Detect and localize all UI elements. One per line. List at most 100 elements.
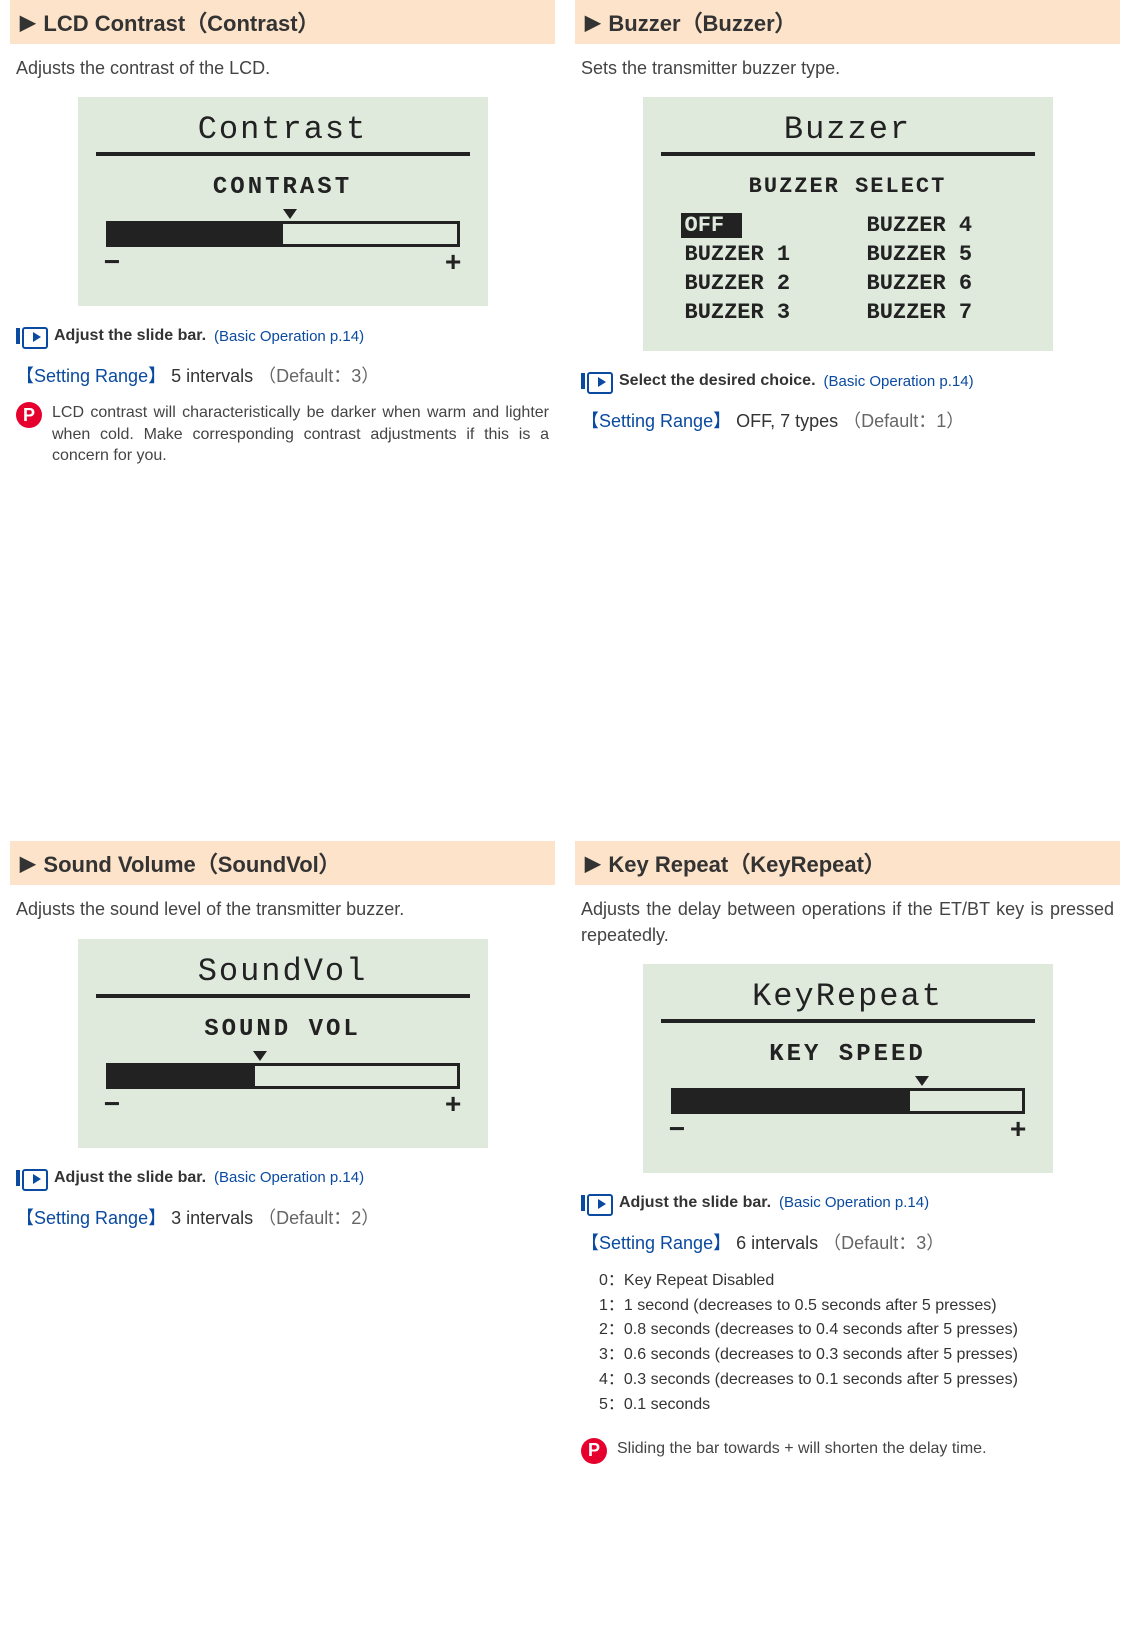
range-label: 【Setting Range】: [16, 366, 166, 386]
slider[interactable]: − +: [96, 209, 470, 280]
range-label: 【Setting Range】: [16, 1208, 166, 1228]
hint-row: Adjust the slide bar. (Basic Operation p…: [581, 1193, 1114, 1213]
note-text: LCD contrast will characteristically be …: [52, 402, 549, 467]
lcd-param-label: CONTRAST: [96, 174, 470, 201]
section-description: Adjusts the delay between operations if …: [581, 897, 1114, 947]
setting-range: 【Setting Range】 OFF, 7 types （Default：1）: [581, 407, 1114, 433]
hint-link[interactable]: (Basic Operation p.14): [779, 1194, 929, 1211]
note-row: P Sliding the bar towards + will shorten…: [581, 1438, 1114, 1464]
buzzer-option-off[interactable]: OFF: [681, 213, 743, 238]
section-key-repeat: ▶ Key Repeat（KeyRepeat） Adjusts the dela…: [565, 841, 1130, 1635]
list-item: 3：0.6 seconds (decreases to 0.3 seconds …: [599, 1343, 1114, 1368]
section-sound-volume: ▶ Sound Volume（SoundVol） Adjusts the sou…: [0, 841, 565, 1635]
section-title: Sound Volume（SoundVol）: [43, 847, 340, 879]
section-title: Key Repeat（KeyRepeat）: [608, 847, 886, 879]
buzzer-option-7[interactable]: BUZZER 7: [863, 300, 1015, 325]
range-default: （Default：3）: [823, 1233, 944, 1253]
section-title: LCD Contrast（Contrast）: [43, 6, 319, 38]
range-value: 3 intervals: [171, 1208, 253, 1228]
hint-icon: [16, 326, 46, 346]
list-item: 0：Key Repeat Disabled: [599, 1269, 1114, 1294]
setting-range: 【Setting Range】 5 intervals （Default：3）: [16, 362, 549, 388]
minus-icon: −: [104, 249, 121, 280]
lcd-screen-soundvol: SoundVol SOUND VOL − +: [78, 939, 488, 1148]
slider-fill: [674, 1091, 911, 1111]
buzzer-option-1[interactable]: BUZZER 1: [681, 242, 833, 267]
lcd-title: Contrast: [96, 111, 470, 156]
note-text: Sliding the bar towards + will shorten t…: [617, 1438, 987, 1460]
triangle-right-icon: ▶: [585, 851, 600, 876]
triangle-right-icon: ▶: [585, 10, 600, 35]
range-label: 【Setting Range】: [581, 411, 731, 431]
slider-marker-icon: [283, 209, 297, 219]
list-item: 1：1 second (decreases to 0.5 seconds aft…: [599, 1294, 1114, 1319]
keyrepeat-interval-list: 0：Key Repeat Disabled 1：1 second (decrea…: [599, 1269, 1114, 1418]
buzzer-option-4[interactable]: BUZZER 4: [863, 213, 1015, 238]
hint-link[interactable]: (Basic Operation p.14): [824, 373, 974, 390]
buzzer-option-5[interactable]: BUZZER 5: [863, 242, 1015, 267]
triangle-right-icon: ▶: [20, 10, 35, 35]
list-item: 4：0.3 seconds (decreases to 0.1 seconds …: [599, 1368, 1114, 1393]
lcd-screen-contrast: Contrast CONTRAST − +: [78, 97, 488, 306]
lcd-param-label: KEY SPEED: [661, 1041, 1035, 1068]
hint-row: Adjust the slide bar. (Basic Operation p…: [16, 1168, 549, 1188]
plus-icon: +: [445, 249, 462, 280]
buzzer-option-6[interactable]: BUZZER 6: [863, 271, 1015, 296]
list-item: 2：0.8 seconds (decreases to 0.4 seconds …: [599, 1318, 1114, 1343]
hint-text: Adjust the slide bar.: [54, 1169, 206, 1187]
range-default: （Default：2）: [258, 1208, 379, 1228]
lcd-title: KeyRepeat: [661, 978, 1035, 1023]
point-badge-icon: P: [581, 1438, 607, 1464]
slider-track[interactable]: [671, 1088, 1025, 1114]
minus-icon: −: [669, 1116, 686, 1147]
slider-track[interactable]: [106, 1063, 460, 1089]
point-badge-icon: P: [16, 402, 42, 428]
section-header: ▶ LCD Contrast（Contrast）: [10, 0, 555, 44]
lcd-title: SoundVol: [96, 953, 470, 998]
triangle-right-icon: ▶: [20, 851, 35, 876]
buzzer-option-grid: OFF BUZZER 4 BUZZER 1 BUZZER 5 BUZZER 2 …: [661, 213, 1035, 325]
section-title: Buzzer（Buzzer）: [608, 6, 796, 38]
range-value: 5 intervals: [171, 366, 253, 386]
hint-icon: [16, 1168, 46, 1188]
hint-text: Adjust the slide bar.: [54, 327, 206, 345]
hint-row: Adjust the slide bar. (Basic Operation p…: [16, 326, 549, 346]
plus-icon: +: [445, 1091, 462, 1122]
setting-range: 【Setting Range】 6 intervals （Default：3）: [581, 1229, 1114, 1255]
slider-marker-icon: [915, 1076, 929, 1086]
note-row: P LCD contrast will characteristically b…: [16, 402, 549, 467]
range-label: 【Setting Range】: [581, 1233, 731, 1253]
lcd-title: Buzzer: [661, 111, 1035, 156]
lcd-screen-buzzer: Buzzer BUZZER SELECT OFF BUZZER 4 BUZZER…: [643, 97, 1053, 351]
section-header: ▶ Key Repeat（KeyRepeat）: [575, 841, 1120, 885]
section-buzzer: ▶ Buzzer（Buzzer） Sets the transmitter bu…: [565, 0, 1130, 841]
slider[interactable]: − +: [96, 1051, 470, 1122]
setting-range: 【Setting Range】 3 intervals （Default：2）: [16, 1204, 549, 1230]
slider-track[interactable]: [106, 221, 460, 247]
lcd-subtitle: BUZZER SELECT: [661, 174, 1035, 199]
section-header: ▶ Buzzer（Buzzer）: [575, 0, 1120, 44]
slider[interactable]: − +: [661, 1076, 1035, 1147]
range-default: （Default：1）: [843, 411, 964, 431]
section-lcd-contrast: ▶ LCD Contrast（Contrast） Adjusts the con…: [0, 0, 565, 841]
section-description: Adjusts the contrast of the LCD.: [16, 56, 549, 81]
plus-icon: +: [1010, 1116, 1027, 1147]
hint-link[interactable]: (Basic Operation p.14): [214, 328, 364, 345]
lcd-param-label: SOUND VOL: [96, 1016, 470, 1043]
range-value: 6 intervals: [736, 1233, 818, 1253]
lcd-screen-keyrepeat: KeyRepeat KEY SPEED − +: [643, 964, 1053, 1173]
list-item: 5：0.1 seconds: [599, 1393, 1114, 1418]
section-description: Sets the transmitter buzzer type.: [581, 56, 1114, 81]
hint-link[interactable]: (Basic Operation p.14): [214, 1169, 364, 1186]
hint-text: Select the desired choice.: [619, 372, 816, 390]
slider-fill: [109, 224, 283, 244]
section-description: Adjusts the sound level of the transmitt…: [16, 897, 549, 922]
minus-icon: −: [104, 1091, 121, 1122]
hint-row: Select the desired choice. (Basic Operat…: [581, 371, 1114, 391]
buzzer-option-2[interactable]: BUZZER 2: [681, 271, 833, 296]
range-value: OFF, 7 types: [736, 411, 838, 431]
slider-marker-icon: [253, 1051, 267, 1061]
buzzer-option-3[interactable]: BUZZER 3: [681, 300, 833, 325]
hint-icon: [581, 1193, 611, 1213]
hint-text: Adjust the slide bar.: [619, 1194, 771, 1212]
